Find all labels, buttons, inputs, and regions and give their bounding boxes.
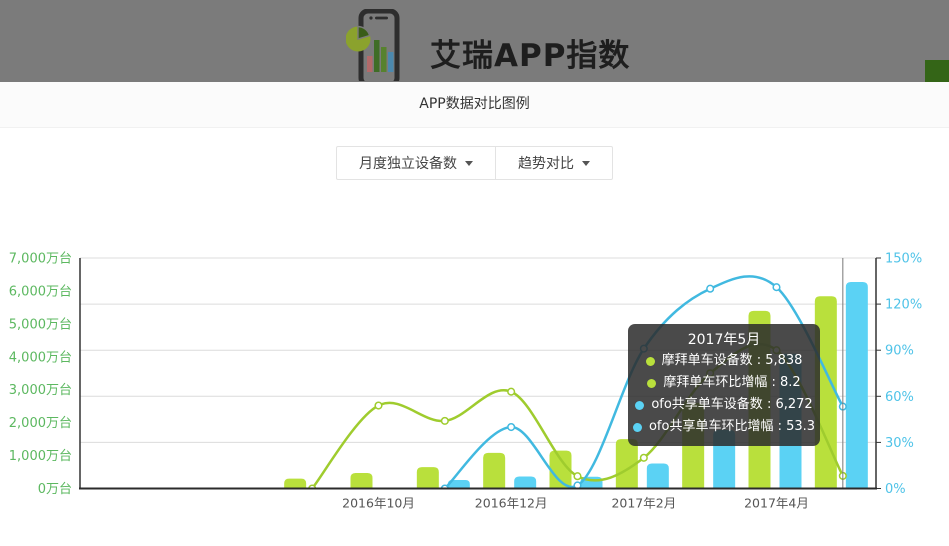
x-axis-label: 2017年4月: [744, 496, 809, 511]
left-axis-label: 3,000万台: [9, 383, 72, 398]
bar-摩拜单车设备数[interactable]: [284, 479, 306, 489]
compare-dropdown-label: 趋势对比: [518, 153, 574, 173]
line-marker: [707, 370, 714, 377]
logo-bar-red: [367, 56, 373, 72]
logo-bar-green: [381, 47, 387, 72]
x-axis-label: 2016年10月: [342, 496, 415, 511]
x-axis-label: 2016年12月: [475, 496, 548, 511]
header-banner: 艾瑞APP指数: [0, 0, 949, 83]
bar-摩拜单车设备数[interactable]: [682, 403, 704, 489]
right-axis-label: 120%: [885, 298, 922, 313]
left-axis-label: 2,000万台: [9, 416, 72, 431]
metric-dropdown[interactable]: 月度独立设备数: [336, 146, 496, 180]
line-marker: [641, 454, 648, 461]
subheader-title: APP数据对比图例: [419, 96, 529, 112]
app-index-logo-icon: [346, 9, 400, 81]
right-axis-label: 0%: [885, 482, 906, 497]
bar-摩拜单车设备数[interactable]: [749, 311, 771, 489]
right-axis-label: 30%: [885, 436, 914, 451]
left-axis-label: 6,000万台: [9, 284, 72, 299]
left-axis-label: 7,000万台: [9, 252, 72, 267]
line-marker: [574, 473, 581, 480]
chevron-down-icon: [582, 161, 590, 166]
bar-ofo共享单车设备数[interactable]: [713, 430, 735, 489]
left-axis-label: 4,000万台: [9, 350, 72, 365]
bar-摩拜单车设备数[interactable]: [815, 296, 837, 488]
right-axis-label: 150%: [885, 252, 922, 267]
combo-chart[interactable]: 0万台 1,000万台 2,000万台 3,000万台 4,000万台 5,000万台 6,…: [0, 240, 949, 546]
line-marker: [375, 402, 382, 409]
line-marker: [508, 424, 515, 431]
filter-bar: 月度独立设备数 趋势对比: [0, 146, 949, 180]
compare-dropdown[interactable]: 趋势对比: [496, 146, 613, 180]
left-axis-label: 5,000万台: [9, 317, 72, 332]
bar-ofo共享单车设备数[interactable]: [846, 282, 868, 489]
chevron-down-icon: [465, 161, 473, 166]
bar-ofo共享单车设备数[interactable]: [780, 354, 802, 489]
bar-ofo共享单车设备数[interactable]: [514, 476, 536, 488]
left-axis-label: 0万台: [38, 482, 72, 497]
subheader: APP数据对比图例: [0, 82, 949, 128]
line-marker: [442, 418, 449, 425]
logo-bar-blue: [388, 52, 394, 72]
corner-accent: [925, 60, 949, 82]
line-marker: [707, 285, 714, 292]
line-marker: [773, 347, 780, 354]
right-axis-label: 90%: [885, 344, 914, 359]
bar-ofo共享单车设备数[interactable]: [647, 463, 669, 488]
bar-摩拜单车设备数[interactable]: [483, 453, 505, 489]
line-marker: [508, 388, 515, 395]
left-axis-label: 1,000万台: [9, 449, 72, 464]
bar-摩拜单车设备数[interactable]: [417, 467, 439, 488]
line-marker: [773, 284, 780, 291]
page-title: 艾瑞APP指数: [430, 30, 630, 75]
logo-bar-darkgreen: [374, 40, 380, 72]
bar-摩拜单车设备数[interactable]: [351, 473, 373, 488]
metric-dropdown-label: 月度独立设备数: [359, 153, 457, 173]
x-axis-label: 2017年2月: [611, 496, 676, 511]
line-marker: [641, 345, 648, 352]
right-axis-label: 60%: [885, 390, 914, 405]
